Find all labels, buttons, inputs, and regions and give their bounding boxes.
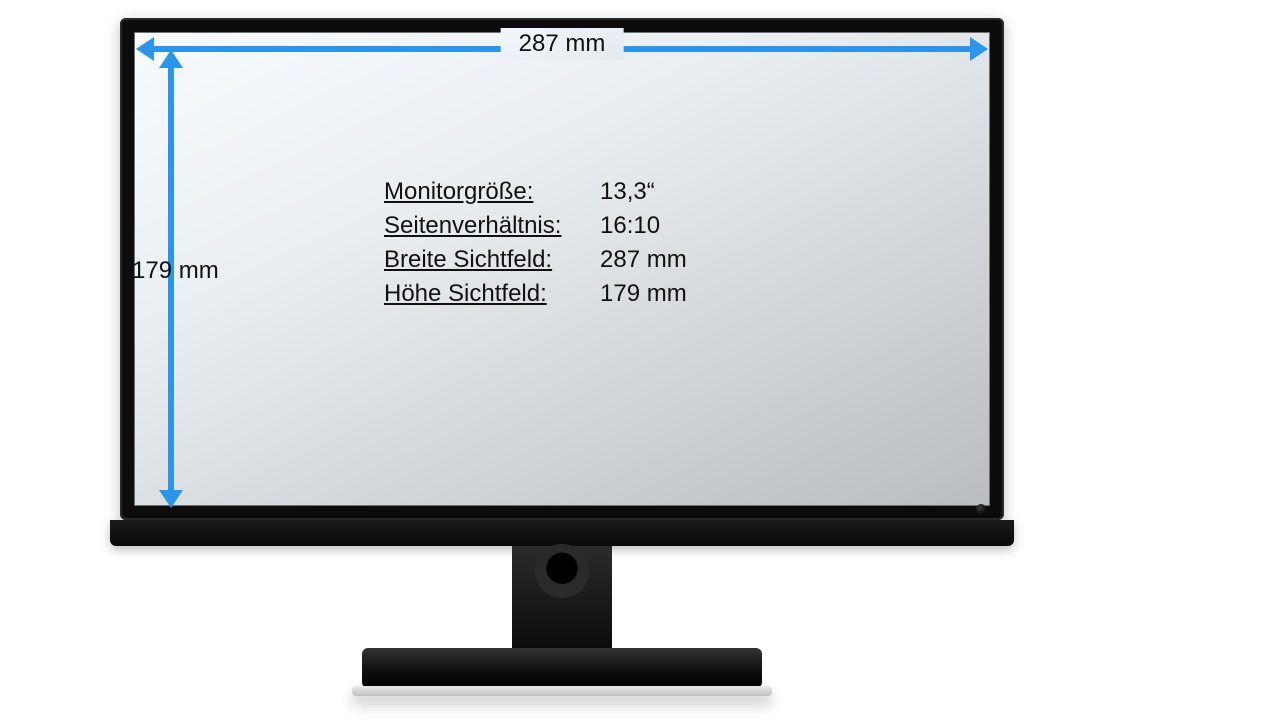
monitor-stand-plate (352, 686, 772, 696)
spec-value: 179 mm (600, 280, 687, 308)
width-dimension-arrow: 287 mm (150, 46, 974, 52)
spec-key: Höhe Sichtfeld: (384, 280, 594, 308)
spec-key: Seitenverhältnis: (384, 212, 594, 240)
monitor-chin (110, 520, 1014, 546)
arrow-right-icon (970, 37, 988, 61)
power-led-icon (976, 504, 986, 514)
arrow-down-icon (159, 490, 183, 508)
spec-row: Breite Sichtfeld: 287 mm (384, 246, 687, 274)
spec-row: Seitenverhältnis: 16:10 (384, 212, 687, 240)
spec-row: Höhe Sichtfeld: 179 mm (384, 280, 687, 308)
spec-value: 16:10 (600, 212, 660, 240)
spec-key: Monitorgröße: (384, 178, 594, 206)
height-dimension-label: 179 mm (124, 255, 227, 287)
width-dimension-label: 287 mm (501, 28, 624, 60)
spec-value: 13,3“ (600, 178, 655, 206)
spec-row: Monitorgröße: 13,3“ (384, 178, 687, 206)
arrow-left-icon (136, 37, 154, 61)
spec-value: 287 mm (600, 246, 687, 274)
diagram-stage: 287 mm 179 mm Monitorgröße: 13,3“ Seiten… (0, 0, 1280, 720)
spec-key: Breite Sichtfeld: (384, 246, 594, 274)
monitor-stand-neck (512, 546, 612, 656)
monitor-stand-base (362, 648, 762, 688)
spec-table: Monitorgröße: 13,3“ Seitenverhältnis: 16… (384, 172, 687, 314)
arrow-up-icon (159, 50, 183, 68)
